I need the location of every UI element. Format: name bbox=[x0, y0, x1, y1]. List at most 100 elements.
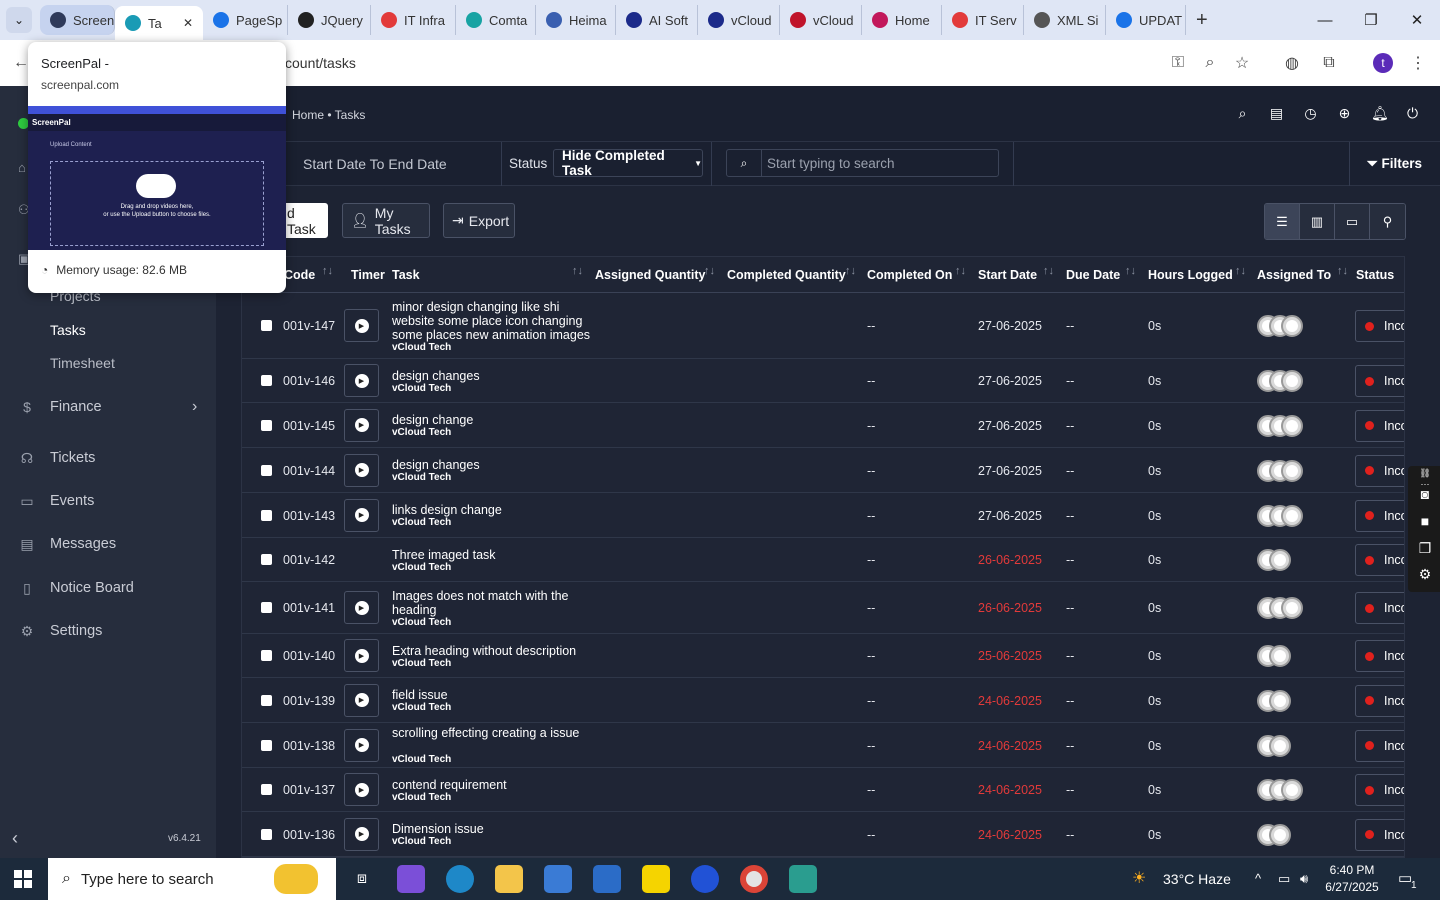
zoom-app-icon[interactable] bbox=[691, 865, 719, 893]
assigned-avatars[interactable] bbox=[1257, 689, 1291, 712]
browser-tab[interactable]: PageSp bbox=[203, 5, 288, 35]
sidebar-item-tickets[interactable]: ☊ Tickets bbox=[0, 438, 216, 478]
sort-icon[interactable]: ↑↓ bbox=[1337, 265, 1348, 277]
filters-button[interactable]: ⏷ Filters bbox=[1367, 156, 1422, 172]
column-header[interactable]: Due Date bbox=[1066, 268, 1120, 282]
status-select[interactable]: Inco bbox=[1355, 454, 1404, 487]
start-timer-button[interactable]: ▶ bbox=[344, 453, 379, 487]
browser-tab[interactable]: UPDAT bbox=[1106, 5, 1186, 35]
assigned-avatars[interactable] bbox=[1257, 459, 1303, 482]
file-explorer-icon[interactable] bbox=[495, 865, 523, 893]
column-header[interactable]: Task bbox=[392, 268, 420, 282]
assigned-avatars[interactable] bbox=[1257, 597, 1303, 619]
copilot-icon[interactable] bbox=[397, 865, 425, 893]
pin-icon[interactable]: ⚲ bbox=[1370, 204, 1405, 239]
start-timer-button[interactable]: ▶ bbox=[344, 364, 379, 397]
my-tasks-button[interactable]: 👤︎ My Tasks bbox=[342, 203, 430, 238]
assigned-avatars[interactable] bbox=[1257, 414, 1303, 437]
status-select[interactable]: Inco bbox=[1355, 684, 1404, 717]
table-row[interactable]: 001v-140 ▶ Extra heading without descripti… bbox=[242, 634, 1404, 678]
bell-icon[interactable]: 🔔︎ bbox=[1371, 106, 1389, 121]
start-timer-button[interactable]: ▶ bbox=[344, 498, 379, 532]
task-name[interactable]: Dimension issue bbox=[392, 822, 592, 836]
browser-tab[interactable]: vCloud bbox=[698, 5, 780, 35]
task-name[interactable]: design change bbox=[392, 413, 592, 427]
assigned-avatars[interactable] bbox=[1257, 370, 1303, 392]
close-tab-icon[interactable]: ✕ bbox=[183, 16, 193, 30]
table-row[interactable]: 001v-147 ▶ minor design changing like shi … bbox=[242, 293, 1404, 359]
browser-tab[interactable]: vCloud bbox=[780, 5, 862, 35]
status-select[interactable]: Inco bbox=[1355, 729, 1404, 762]
table-row[interactable]: 001v-143 ▶ links design change vCloud Tech -… bbox=[242, 493, 1404, 538]
row-checkbox[interactable] bbox=[261, 739, 272, 751]
task-name[interactable]: Three imaged task bbox=[392, 548, 592, 562]
translate-icon[interactable]: ◍ bbox=[1279, 50, 1305, 76]
sidebar-item-notice-board[interactable]: ▯ Notice Board bbox=[0, 568, 216, 608]
browser-tab[interactable]: IT Infra bbox=[371, 5, 456, 35]
table-row[interactable]: 001v-146 ▶ design changes vCloud Tech -- 27-0… bbox=[242, 359, 1404, 403]
row-checkbox[interactable] bbox=[261, 828, 272, 840]
video-icon[interactable]: ■ bbox=[1416, 513, 1434, 531]
start-timer-button[interactable]: ▶ bbox=[344, 728, 379, 762]
start-timer-button[interactable]: ▶ bbox=[344, 309, 379, 342]
browser-tab[interactable]: IT Serv bbox=[942, 5, 1024, 35]
column-header[interactable]: Timer bbox=[351, 268, 385, 282]
column-header[interactable]: Completed Quantity bbox=[727, 268, 846, 282]
sort-icon[interactable]: ↑↓ bbox=[1235, 265, 1246, 277]
volume-icon[interactable]: 🔊︎ bbox=[1300, 871, 1308, 887]
assigned-avatars[interactable] bbox=[1257, 645, 1291, 667]
status-select[interactable]: Inco bbox=[1355, 310, 1404, 342]
password-key-icon[interactable]: ⚿ bbox=[1165, 50, 1191, 76]
column-header[interactable]: Hours Logged bbox=[1148, 268, 1233, 282]
browser-tab[interactable]: Ta ✕ bbox=[115, 6, 203, 40]
task-name[interactable]: scrolling effecting creating a issue bbox=[392, 726, 592, 740]
start-timer-button[interactable]: ▶ bbox=[344, 683, 379, 717]
task-name[interactable]: design changes bbox=[392, 369, 592, 383]
assigned-avatars[interactable] bbox=[1257, 315, 1303, 337]
task-name[interactable]: minor design changing like shi website s… bbox=[392, 300, 592, 342]
assigned-avatars[interactable] bbox=[1257, 779, 1303, 801]
task-view-icon[interactable]: ⧈ bbox=[348, 865, 376, 893]
sticky-notes-icon[interactable] bbox=[642, 865, 670, 893]
task-name[interactable]: contend requirement bbox=[392, 778, 592, 792]
start-timer-button[interactable]: ▶ bbox=[344, 773, 379, 806]
table-row[interactable]: 001v-136 ▶ Dimension issue vCloud Tech -- 24-… bbox=[242, 812, 1404, 857]
table-row[interactable]: 001v-139 ▶ field issue vCloud Tech -- 24-06-2… bbox=[242, 678, 1404, 723]
table-row[interactable]: 001v-145 ▶ design change vCloud Tech -- 27-06… bbox=[242, 403, 1404, 448]
column-header[interactable]: Status bbox=[1356, 268, 1394, 282]
start-timer-button[interactable]: ▶ bbox=[344, 408, 379, 442]
taskbar-clock[interactable]: 6:40 PM 6/27/2025 bbox=[1320, 862, 1384, 896]
chrome-menu-icon[interactable]: ⋮ bbox=[1405, 50, 1431, 76]
sidebar-item-messages[interactable]: ▤ Messages bbox=[0, 524, 216, 564]
row-checkbox[interactable] bbox=[261, 464, 272, 476]
browser-tab[interactable]: XML Si bbox=[1024, 5, 1106, 35]
column-header[interactable]: Start Date bbox=[978, 268, 1037, 282]
status-select[interactable]: Inco bbox=[1355, 365, 1404, 397]
restore-icon[interactable]: ❐ bbox=[1348, 0, 1394, 40]
table-row[interactable]: 001v-137 ▶ contend requirement vCloud Tech -… bbox=[242, 768, 1404, 812]
link-icon[interactable]: ⛓ ⋯ bbox=[1416, 468, 1434, 489]
row-checkbox[interactable] bbox=[261, 419, 272, 431]
status-select[interactable]: Inco bbox=[1355, 544, 1404, 576]
sidebar-item-events[interactable]: ▭ Events bbox=[0, 481, 216, 521]
column-header[interactable]: Completed On bbox=[867, 268, 952, 282]
status-select[interactable]: Inco bbox=[1355, 592, 1404, 624]
row-checkbox[interactable] bbox=[261, 320, 272, 331]
table-row[interactable]: 001v-144 ▶ design changes vCloud Tech -- 27-0… bbox=[242, 448, 1404, 493]
sort-icon[interactable]: ↑↓ bbox=[1043, 265, 1054, 277]
task-name[interactable]: Extra heading without description bbox=[392, 644, 592, 658]
browser-tab[interactable]: Heima bbox=[536, 5, 616, 35]
clock-icon[interactable]: ◷ bbox=[1303, 106, 1318, 121]
status-select[interactable]: Inco bbox=[1355, 499, 1404, 532]
start-timer-button[interactable]: ▶ bbox=[344, 639, 379, 672]
window-icon[interactable]: ❐ bbox=[1416, 540, 1434, 558]
status-select[interactable]: Inco bbox=[1355, 818, 1404, 851]
sort-icon[interactable]: ↑↓ bbox=[704, 265, 715, 277]
row-checkbox[interactable] bbox=[261, 509, 272, 521]
sidebar-item-finance[interactable]: $ Finance › bbox=[0, 387, 216, 427]
status-select[interactable]: Inco bbox=[1355, 640, 1404, 672]
tab-search-button[interactable]: ⌄ bbox=[6, 7, 32, 33]
browser-tab[interactable]: Home bbox=[862, 5, 942, 35]
power-icon[interactable]: ⏻ bbox=[1405, 106, 1420, 121]
edge-icon[interactable] bbox=[446, 865, 474, 893]
